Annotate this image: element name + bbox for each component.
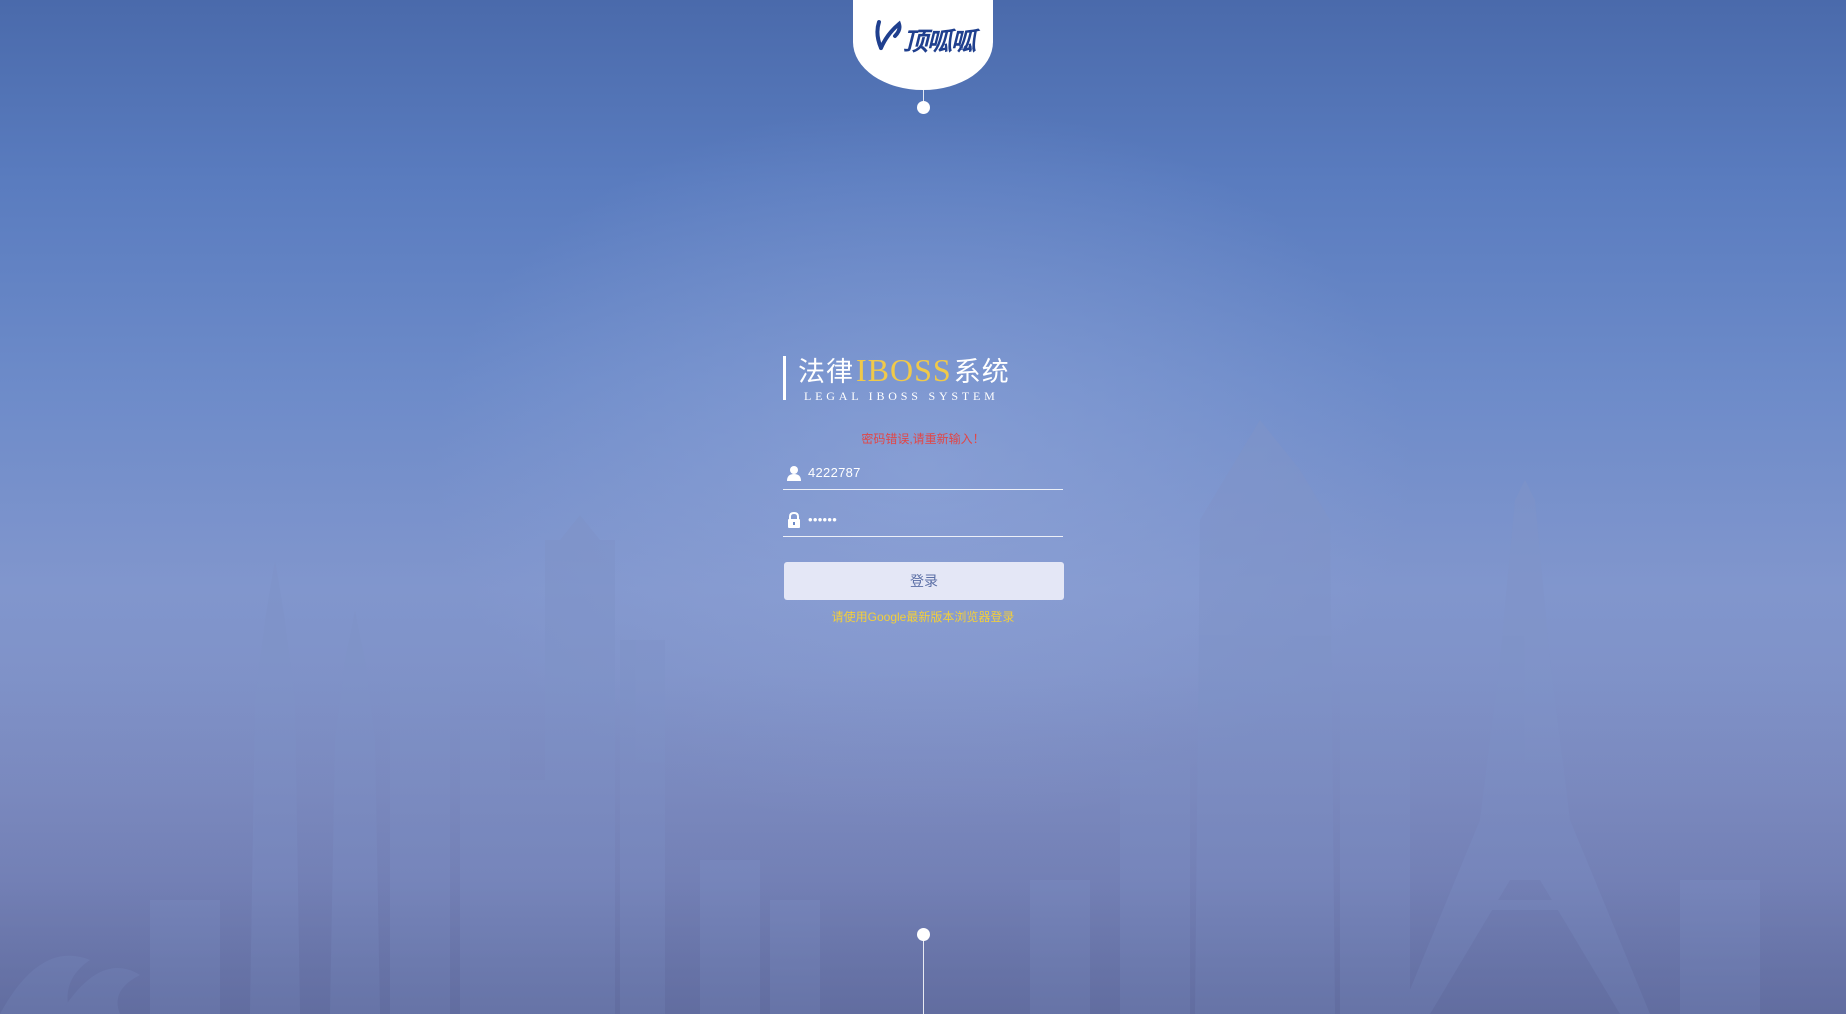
system-heading: 法律IBOSS系统 LEGAL IBOSS SYSTEM (783, 354, 1010, 403)
password-field[interactable]: •••••• (783, 506, 1063, 537)
browser-tip: 请使用Google最新版本浏览器登录 (831, 610, 1015, 624)
logo-brand-sub: DGG (959, 46, 973, 52)
user-icon (787, 466, 801, 481)
login-page: 顶呱呱 DGG 法律IBOSS系统 LEGAL IBOSS SYSTEM 密码错… (0, 0, 1846, 1014)
lock-icon (788, 512, 800, 528)
password-input[interactable]: •••••• (808, 512, 837, 527)
system-title-accent: IBOSS (856, 352, 952, 388)
system-title: 法律IBOSS系统 (798, 354, 1010, 388)
system-subtitle: LEGAL IBOSS SYSTEM (804, 389, 999, 403)
top-connector-dot (917, 101, 930, 114)
logo-swirl-icon (875, 20, 902, 50)
login-error-message: 密码错误,请重新输入！ (861, 432, 985, 446)
username-field[interactable]: 4222787 (783, 459, 1063, 490)
username-input[interactable]: 4222787 (808, 465, 861, 480)
login-button[interactable]: 登录 (784, 562, 1064, 600)
system-title-pre: 法律 (798, 357, 854, 388)
system-title-post: 系统 (953, 357, 1010, 388)
bottom-connector-line (923, 938, 924, 1014)
logo-brand-text: 顶呱呱 (903, 27, 976, 56)
